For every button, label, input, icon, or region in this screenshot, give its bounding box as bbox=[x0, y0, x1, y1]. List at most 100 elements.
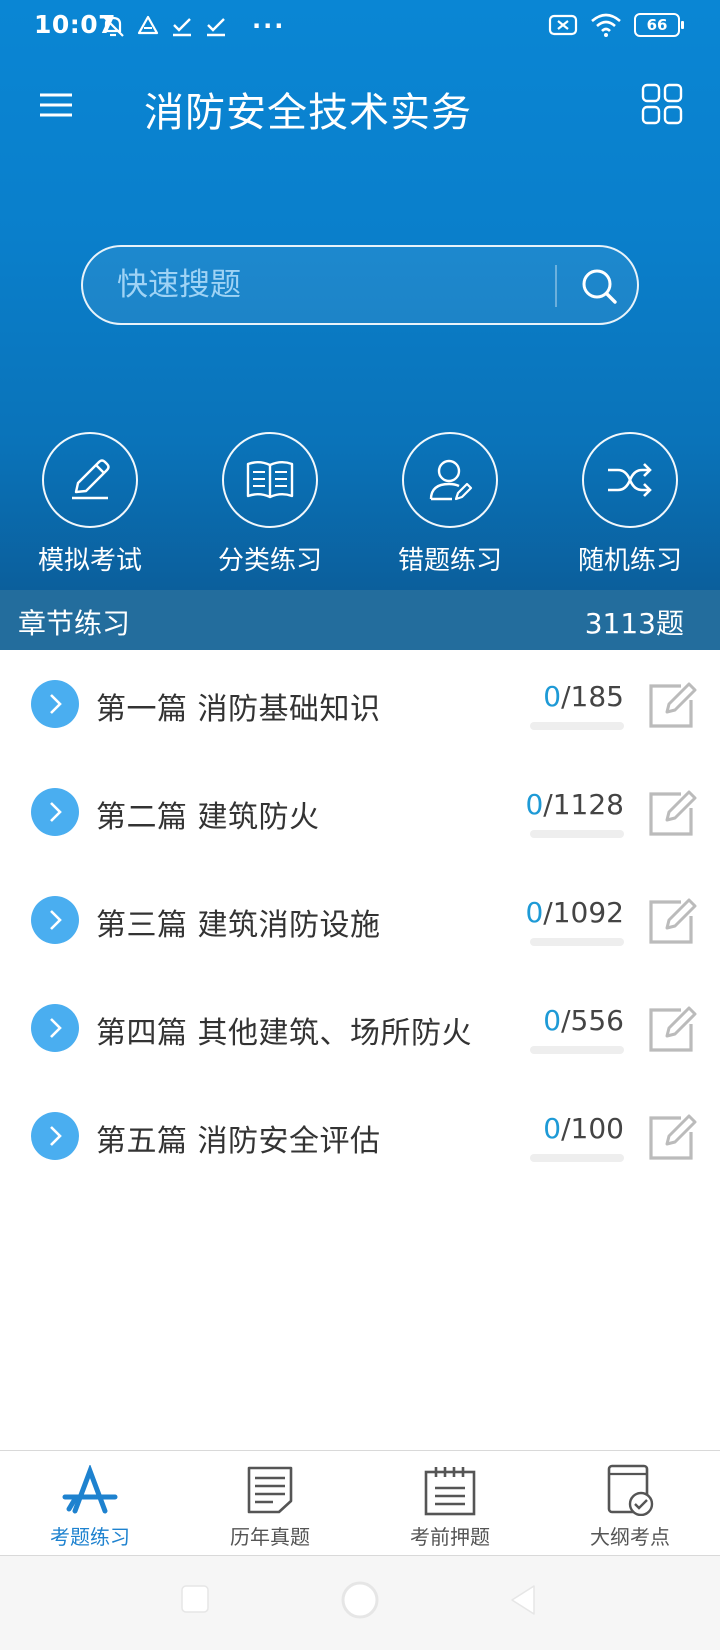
chapter-done-count: 0 bbox=[543, 680, 562, 713]
quick-action-label: 模拟考试 bbox=[37, 546, 142, 576]
chapter-item[interactable]: 第一篇 消防基础知识 0/185 bbox=[0, 650, 720, 758]
shuffle-icon bbox=[608, 463, 652, 497]
chapter-progress-bar bbox=[530, 722, 624, 730]
search-icon bbox=[582, 269, 617, 304]
edit-icon[interactable] bbox=[645, 1112, 697, 1164]
edit-icon[interactable] bbox=[645, 788, 697, 840]
app-store-icon bbox=[60, 1463, 120, 1517]
page-title: 消防安全技术实务 bbox=[144, 90, 472, 136]
system-navigation-bar bbox=[0, 1556, 720, 1650]
chapter-progress-bar bbox=[530, 830, 624, 838]
chapter-total-count: /100 bbox=[561, 1112, 624, 1145]
chapter-progress-bar bbox=[530, 1046, 624, 1054]
edit-icon[interactable] bbox=[645, 1004, 697, 1056]
chapter-progress-text: 0/185 bbox=[543, 680, 624, 713]
chapter-progress-bar bbox=[530, 1154, 624, 1162]
search-box bbox=[81, 245, 639, 325]
chapter-done-count: 0 bbox=[543, 1112, 562, 1145]
chapter-total-count: /1092 bbox=[543, 896, 624, 929]
user-edit-icon bbox=[429, 459, 473, 501]
quick-action-circle bbox=[402, 432, 498, 528]
notepad-icon bbox=[420, 1463, 480, 1517]
status-right-icons: 66 bbox=[548, 12, 684, 38]
tab-syllabus-points[interactable]: 大纲考点 bbox=[540, 1451, 720, 1555]
chapter-progress-bar bbox=[530, 938, 624, 946]
chevron-right-icon bbox=[31, 788, 79, 836]
chapter-done-count: 0 bbox=[525, 896, 544, 929]
section-question-count: 3113题 bbox=[584, 607, 684, 640]
chapter-total-count: /556 bbox=[561, 1004, 624, 1037]
quick-actions: 模拟考试 分类练习 错题练习 随机练习 bbox=[0, 432, 720, 577]
grid-icon[interactable] bbox=[640, 82, 684, 126]
chapter-done-count: 0 bbox=[525, 788, 544, 821]
battery-level: 66 bbox=[646, 16, 668, 34]
quick-action-random-practice[interactable]: 随机练习 bbox=[540, 432, 720, 577]
status-left-icons: ··· bbox=[100, 12, 285, 40]
search-button[interactable] bbox=[571, 259, 627, 313]
section-title: 章节练习 bbox=[18, 607, 131, 640]
chevron-right-icon bbox=[31, 680, 79, 728]
chapter-done-count: 0 bbox=[543, 1004, 562, 1037]
header-background: 10:07 ··· 66 消防安全技术实务 模拟考试 bbox=[0, 0, 720, 590]
back-icon[interactable] bbox=[508, 1584, 538, 1616]
chapter-item[interactable]: 第二篇 建筑防火 0/1128 bbox=[0, 758, 720, 866]
tab-label: 大纲考点 bbox=[590, 1525, 670, 1549]
quick-action-circle bbox=[222, 432, 318, 528]
chapter-item[interactable]: 第五篇 消防安全评估 0/100 bbox=[0, 1082, 720, 1190]
document-icon bbox=[240, 1463, 300, 1517]
quick-action-wrong-questions[interactable]: 错题练习 bbox=[360, 432, 540, 577]
check-download-icon bbox=[207, 18, 225, 37]
tab-label: 考前押题 bbox=[410, 1525, 490, 1549]
battery-icon: 66 bbox=[634, 13, 684, 37]
recent-apps-icon[interactable] bbox=[180, 1584, 210, 1614]
book-check-icon bbox=[600, 1463, 660, 1517]
quick-action-circle bbox=[582, 432, 678, 528]
quick-action-label: 分类练习 bbox=[217, 546, 322, 576]
tab-practice[interactable]: 考题练习 bbox=[0, 1451, 180, 1555]
mute-icon bbox=[102, 15, 124, 37]
chapter-progress-text: 0/556 bbox=[543, 1004, 624, 1037]
chapter-progress-text: 0/100 bbox=[543, 1112, 624, 1145]
app-bar: 消防安全技术实务 bbox=[0, 60, 720, 150]
quick-action-label: 错题练习 bbox=[397, 546, 502, 576]
chapter-progress-text: 0/1128 bbox=[525, 788, 624, 821]
chapter-title: 第三篇 建筑消防设施 bbox=[96, 908, 381, 943]
more-notifications-icon: ··· bbox=[252, 12, 286, 40]
chevron-right-icon bbox=[31, 1004, 79, 1052]
edit-icon[interactable] bbox=[645, 896, 697, 948]
open-book-icon bbox=[246, 461, 294, 499]
search-input[interactable] bbox=[117, 263, 537, 307]
quick-action-label: 随机练习 bbox=[577, 546, 682, 576]
check-download-icon bbox=[173, 18, 191, 37]
chapter-item[interactable]: 第四篇 其他建筑、场所防火 0/556 bbox=[0, 974, 720, 1082]
drive-icon bbox=[137, 15, 159, 35]
edit-icon[interactable] bbox=[645, 680, 697, 732]
chevron-right-icon bbox=[31, 896, 79, 944]
tab-past-exams[interactable]: 历年真题 bbox=[180, 1451, 360, 1555]
chapter-total-count: /1128 bbox=[543, 788, 624, 821]
search-divider bbox=[555, 265, 557, 307]
chapter-title: 第四篇 其他建筑、场所防火 bbox=[96, 1016, 473, 1051]
quick-action-category-practice[interactable]: 分类练习 bbox=[180, 432, 360, 577]
tab-label: 历年真题 bbox=[230, 1525, 310, 1549]
chapter-total-count: /185 bbox=[561, 680, 624, 713]
chapter-progress-text: 0/1092 bbox=[525, 896, 624, 929]
status-bar: 10:07 ··· 66 bbox=[0, 0, 720, 54]
section-header: 章节练习 3113题 bbox=[0, 590, 720, 650]
no-sim-icon bbox=[548, 14, 578, 36]
tab-predicted-questions[interactable]: 考前押题 bbox=[360, 1451, 540, 1555]
home-icon[interactable] bbox=[340, 1580, 380, 1620]
bottom-tab-bar: 考题练习 历年真题 考前押题 大纲考点 bbox=[0, 1450, 720, 1556]
chapter-list: 第一篇 消防基础知识 0/185 第二篇 建筑防火 0/1128 第三篇 建筑消… bbox=[0, 650, 720, 1190]
pencil-icon bbox=[72, 459, 110, 500]
chapter-title: 第一篇 消防基础知识 bbox=[96, 692, 381, 727]
quick-action-circle bbox=[42, 432, 138, 528]
chapter-title: 第二篇 建筑防火 bbox=[96, 800, 320, 835]
chapter-item[interactable]: 第三篇 建筑消防设施 0/1092 bbox=[0, 866, 720, 974]
chapter-title: 第五篇 消防安全评估 bbox=[96, 1124, 381, 1159]
quick-action-mock-exam[interactable]: 模拟考试 bbox=[0, 432, 180, 577]
menu-icon[interactable] bbox=[36, 85, 76, 125]
tab-label: 考题练习 bbox=[50, 1525, 130, 1549]
chevron-right-icon bbox=[31, 1112, 79, 1160]
wifi-icon bbox=[591, 13, 621, 37]
